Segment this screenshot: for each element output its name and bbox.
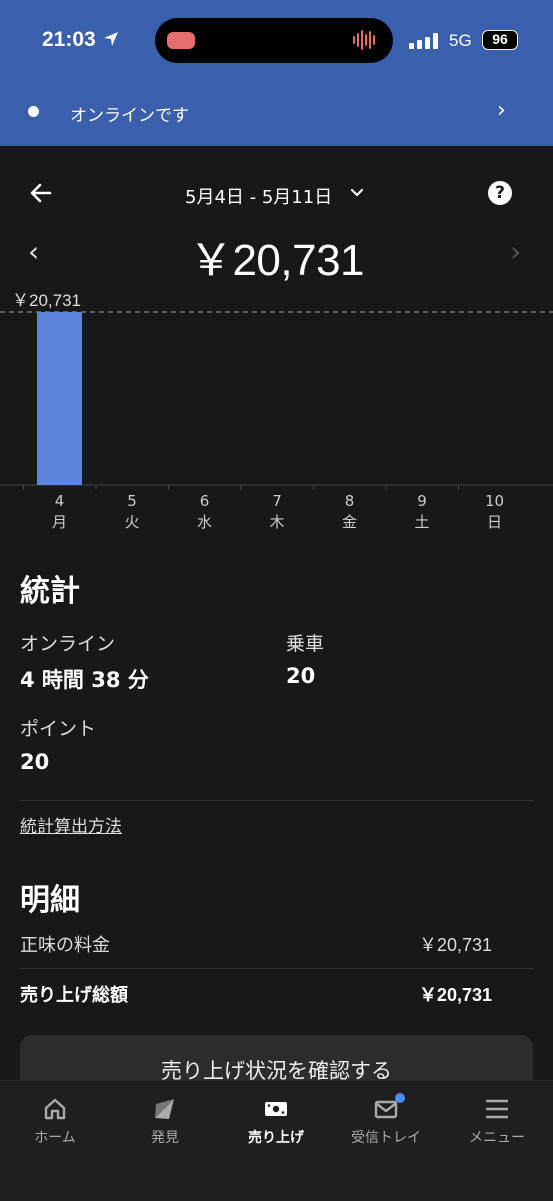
bottom-nav: ホーム 発見 売り上げ 受信トレイ メニュー xyxy=(0,1080,553,1201)
gross-total-label: 売り上げ総額 xyxy=(20,985,128,1006)
island-media-icon xyxy=(167,32,195,49)
earnings-icon xyxy=(265,1102,287,1116)
online-time-label: オンライン xyxy=(20,633,116,655)
stats-title: 統計 xyxy=(20,574,80,609)
home-icon xyxy=(44,1098,66,1120)
rides-label: 乗車 xyxy=(286,633,325,655)
rides-value: 20 xyxy=(286,664,316,688)
details-title: 明細 xyxy=(20,883,80,918)
weekly-total-amount: ￥20,731 xyxy=(188,236,365,285)
stats-divider xyxy=(20,800,533,801)
chart-day-label[interactable]: 4月 xyxy=(40,491,80,533)
nav-tab-menu[interactable]: メニュー xyxy=(442,1095,552,1147)
day-number: 9 xyxy=(417,492,427,510)
nav-tab-discover[interactable]: 発見 xyxy=(110,1095,220,1147)
nav-tab-label: 売り上げ xyxy=(248,1130,304,1146)
date-range-selector[interactable]: 5月4日 - 5月11日 xyxy=(185,183,332,209)
day-number: 7 xyxy=(272,492,282,510)
nav-tab-home[interactable]: ホーム xyxy=(0,1095,110,1147)
day-of-week: 土 xyxy=(414,513,430,531)
points-label: ポイント xyxy=(20,718,97,740)
day-of-week: 月 xyxy=(51,513,67,531)
day-number: 4 xyxy=(54,492,65,510)
stats-method-link[interactable]: 統計算出方法 xyxy=(20,812,122,837)
net-fare-value: ￥20,731 xyxy=(418,935,492,955)
online-status-dot xyxy=(28,106,39,117)
day-number: 6 xyxy=(199,492,210,510)
top-banner-area: 21:03 5G 96 オンラインです › xyxy=(0,0,553,146)
day-of-week: 水 xyxy=(196,513,212,531)
discover-icon xyxy=(155,1099,174,1119)
net-fare-label: 正味の料金 xyxy=(20,935,110,956)
nav-tab-inbox[interactable]: 受信トレイ xyxy=(331,1093,441,1147)
battery-indicator: 96 xyxy=(482,30,518,50)
day-of-week: 火 xyxy=(124,513,140,531)
menu-icon xyxy=(486,1099,508,1119)
nav-tab-label: 発見 xyxy=(151,1130,179,1146)
nav-tab-label: ホーム xyxy=(34,1130,76,1146)
gross-total-value: ￥20,731 xyxy=(418,985,492,1005)
network-type: 5G xyxy=(449,31,472,50)
nav-tab-label: メニュー xyxy=(469,1130,525,1146)
cellular-signal-icon xyxy=(409,33,439,49)
earnings-bar-chart xyxy=(0,311,553,490)
day-of-week: 木 xyxy=(269,513,285,531)
chart-day-label[interactable]: 7木 xyxy=(257,491,297,533)
nav-tab-earnings[interactable]: 売り上げ xyxy=(221,1095,331,1147)
chart-day-label[interactable]: 8金 xyxy=(330,491,370,533)
online-status-text[interactable]: オンラインです xyxy=(70,101,189,126)
points-value: 20 xyxy=(20,750,50,774)
day-number: 5 xyxy=(127,492,137,510)
nav-tab-label: 受信トレイ xyxy=(351,1130,421,1146)
status-time: 21:03 xyxy=(42,28,120,52)
unread-badge xyxy=(395,1093,405,1103)
chart-day-label[interactable]: 10 日 xyxy=(475,491,515,533)
chart-day-label[interactable]: 6水 xyxy=(185,491,225,533)
chevron-right-icon[interactable]: › xyxy=(497,98,506,123)
back-arrow-icon[interactable] xyxy=(28,180,54,206)
audio-waveform-icon xyxy=(353,29,381,51)
location-arrow-icon xyxy=(103,32,118,46)
online-time-value: 4 時間 38 分 xyxy=(20,668,149,692)
chart-bar[interactable] xyxy=(37,312,82,485)
details-divider xyxy=(20,968,533,969)
help-icon[interactable]: ? xyxy=(488,181,512,205)
day-of-week: 日 xyxy=(486,513,502,531)
day-number: 10 xyxy=(484,492,505,510)
chart-day-label[interactable]: 5火 xyxy=(112,491,152,533)
dynamic-island xyxy=(155,18,393,63)
chart-day-label[interactable]: 9土 xyxy=(402,491,442,533)
day-number: 8 xyxy=(344,492,355,510)
day-of-week: 金 xyxy=(341,513,357,531)
chevron-down-icon[interactable] xyxy=(350,186,364,200)
